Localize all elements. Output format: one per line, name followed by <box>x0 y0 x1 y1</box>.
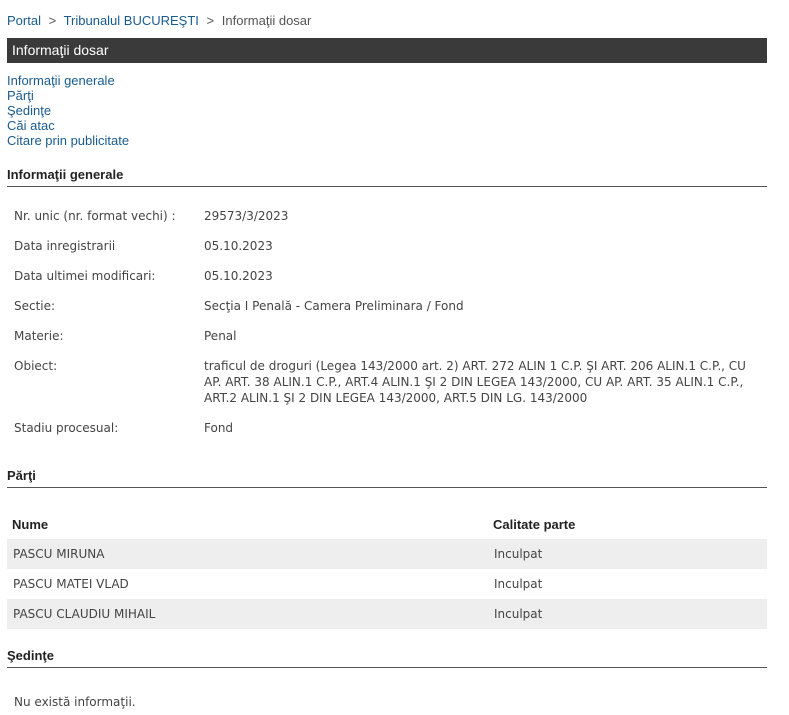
info-value: Penal <box>204 329 237 343</box>
column-header-role: Calitate parte <box>493 516 576 532</box>
table-row: PASCU CLAUDIU MIHAIL Inculpat <box>7 599 767 629</box>
breadcrumb-separator: > <box>206 13 215 28</box>
parties-table: Nume Calitate parte PASCU MIRUNA Inculpa… <box>7 509 767 629</box>
section-heading-parties: Părţi <box>7 468 767 488</box>
info-row: Sectie: Secţia I Penală - Camera Prelimi… <box>14 298 764 314</box>
party-name: PASCU MIRUNA <box>7 539 488 569</box>
info-value: 05.10.2023 <box>204 269 273 283</box>
info-row: Materie: Penal <box>14 328 764 344</box>
info-label: Stadiu procesual: <box>14 421 119 435</box>
nav-link-appeals[interactable]: Căi atac <box>7 118 129 133</box>
info-value: 29573/3/2023 <box>204 209 289 223</box>
info-label: Materie: <box>14 329 64 343</box>
table-row: PASCU MATEI VLAD Inculpat <box>7 569 767 599</box>
party-name: PASCU MATEI VLAD <box>13 577 129 591</box>
info-value: Secţia I Penală - Camera Preliminara / F… <box>204 299 464 313</box>
table-row: PASCU MIRUNA Inculpat <box>7 539 767 569</box>
sessions-empty-message: Nu există informaţii. <box>14 695 136 709</box>
party-role: Inculpat <box>494 577 543 591</box>
info-label: Nr. unic (nr. format vechi) : <box>14 209 176 223</box>
breadcrumb-current: Informaţii dosar <box>221 13 312 28</box>
info-row: Obiect: traficul de droguri (Legea 143/2… <box>14 358 764 406</box>
nav-link-parties[interactable]: Părţi <box>7 88 129 103</box>
info-value: traficul de droguri (Legea 143/2000 art.… <box>204 359 746 405</box>
breadcrumb-separator: > <box>48 13 57 28</box>
table-header-row: Nume Calitate parte <box>7 509 767 539</box>
page-title: Informaţii dosar <box>7 38 767 63</box>
party-name: PASCU CLAUDIU MIHAIL <box>7 599 488 629</box>
info-value: 05.10.2023 <box>204 239 273 253</box>
info-row: Nr. unic (nr. format vechi) : 29573/3/20… <box>14 208 764 224</box>
info-label: Data ultimei modificari: <box>14 269 156 283</box>
info-row: Stadiu procesual: Fond <box>14 420 764 436</box>
party-role: Inculpat <box>488 539 767 569</box>
info-label: Sectie: <box>14 299 56 313</box>
info-row: Data inregistrarii 05.10.2023 <box>14 238 764 254</box>
column-header-name: Nume <box>12 516 49 532</box>
section-heading-general: Informaţii generale <box>7 167 767 187</box>
nav-link-public-summons[interactable]: Citare prin publicitate <box>7 133 129 148</box>
breadcrumb-portal-link[interactable]: Portal <box>7 13 41 28</box>
section-heading-sessions: Şedinţe <box>7 648 767 668</box>
party-role: Inculpat <box>488 599 767 629</box>
breadcrumb: Portal > Tribunalul BUCUREŞTI > Informaţ… <box>7 13 311 28</box>
general-info-list: Nr. unic (nr. format vechi) : 29573/3/20… <box>14 208 764 450</box>
info-label: Data inregistrarii <box>14 239 116 253</box>
info-value: Fond <box>204 421 234 435</box>
info-label: Obiect: <box>14 359 58 373</box>
nav-link-general[interactable]: Informaţii generale <box>7 73 129 88</box>
nav-link-sessions[interactable]: Şedinţe <box>7 103 129 118</box>
breadcrumb-tribunal-link[interactable]: Tribunalul BUCUREŞTI <box>64 13 199 28</box>
section-nav: Informaţii generale Părţi Şedinţe Căi at… <box>7 73 129 148</box>
info-row: Data ultimei modificari: 05.10.2023 <box>14 268 764 284</box>
